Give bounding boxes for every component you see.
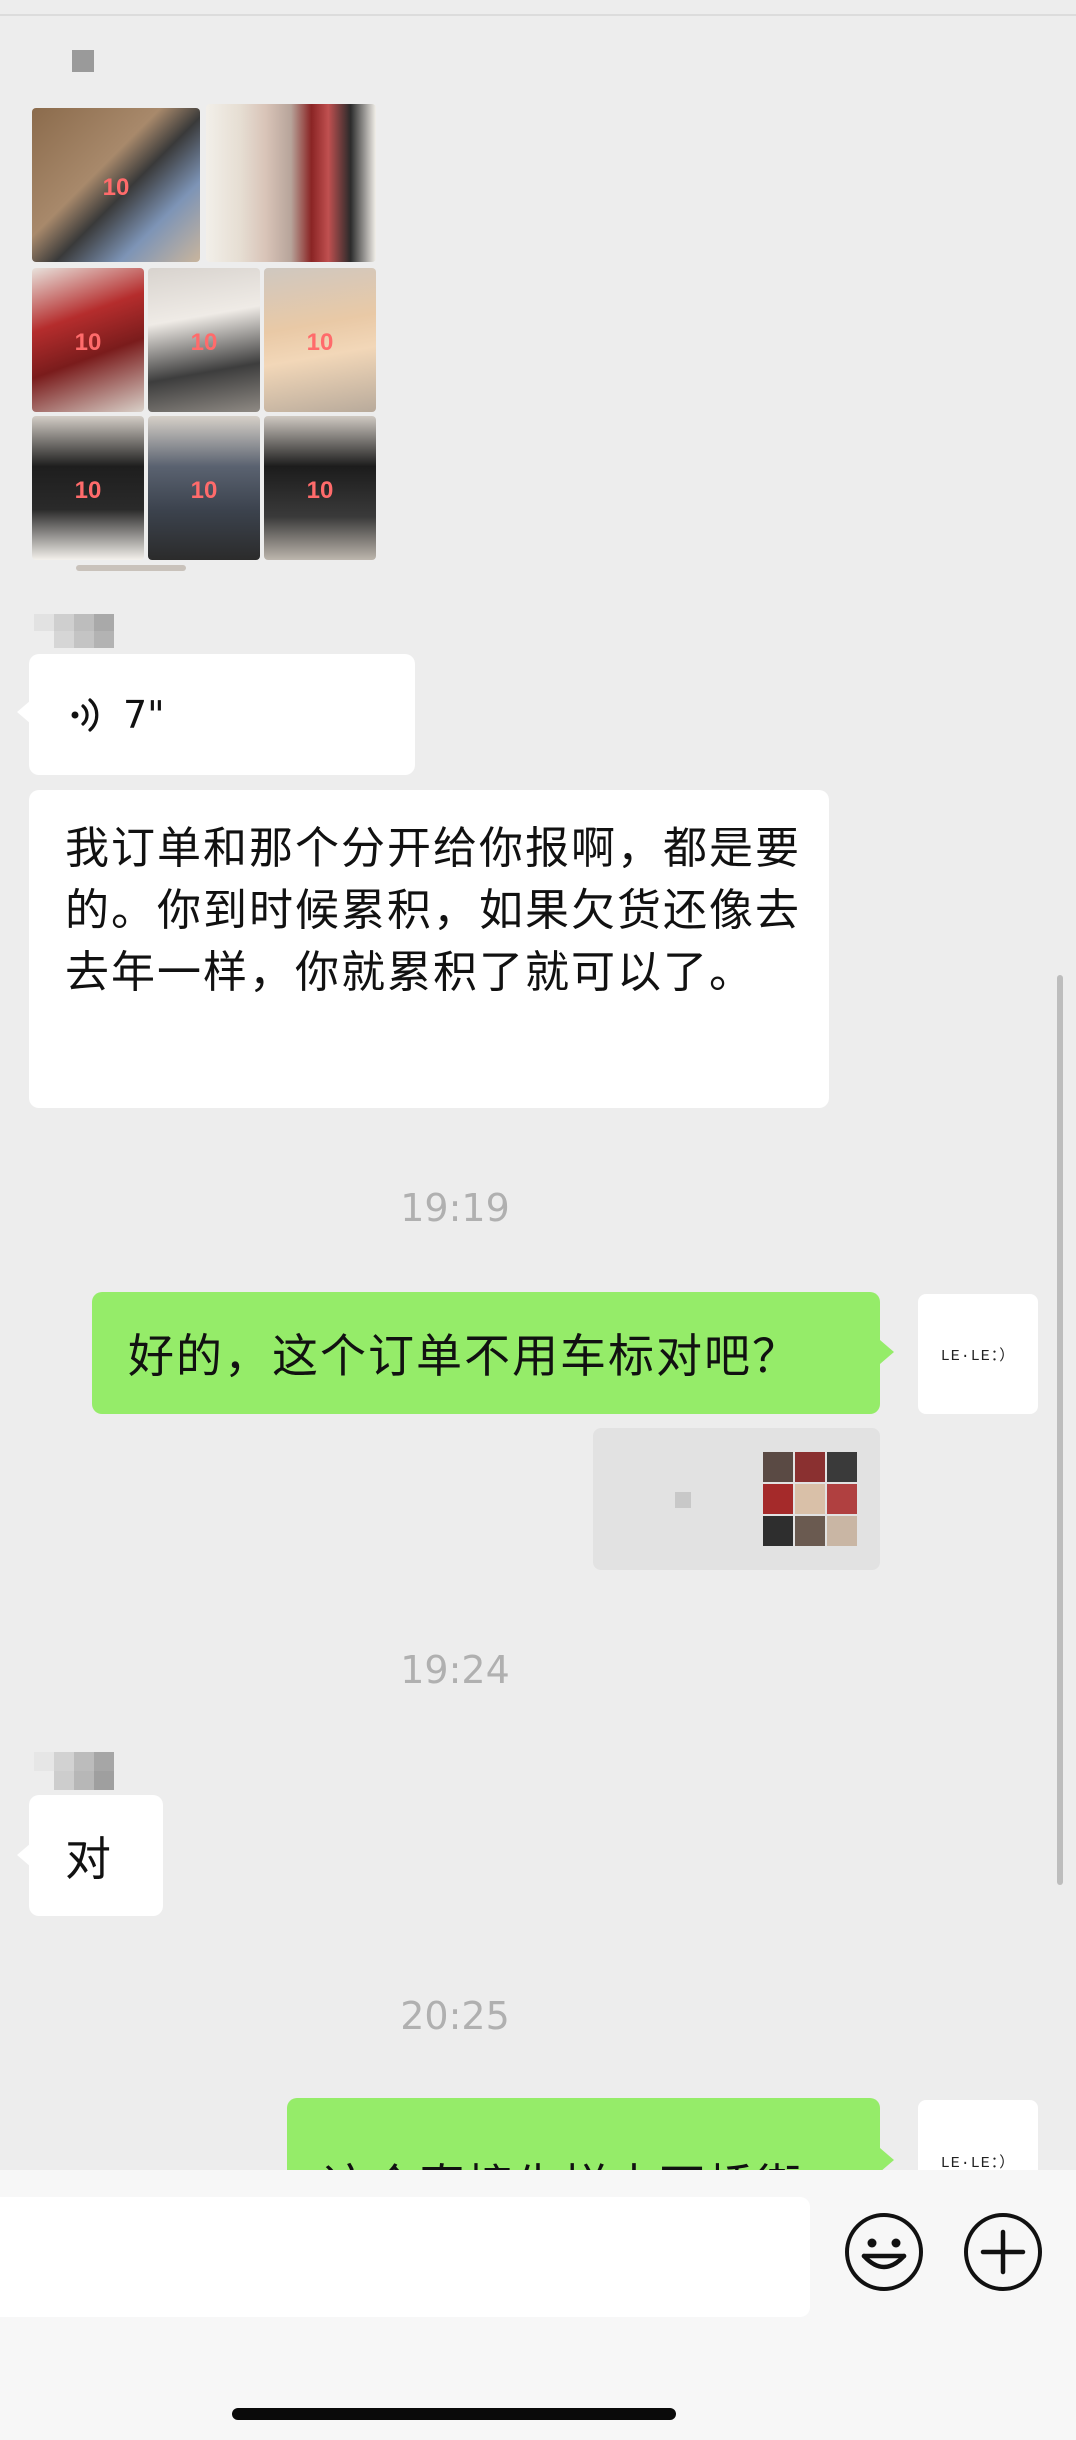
timestamp: 19:24 <box>400 1648 510 1692</box>
top-divider <box>0 14 1076 16</box>
plus-circle-icon[interactable] <box>963 2212 1043 2292</box>
photo-badge: 10 <box>190 328 218 356</box>
photo-tile[interactable]: 10 <box>148 416 260 560</box>
photo-badge: 10 <box>190 476 218 504</box>
received-message-bubble[interactable]: 我订单和那个分开给你报啊，都是要的。你到时候累积，如果欠货还像去去年一样，你就累… <box>29 790 829 1108</box>
photo-badge: 10 <box>306 328 334 356</box>
card-thumbnail <box>763 1452 857 1546</box>
sender-name-mosaic <box>34 614 114 648</box>
photo-tile[interactable] <box>206 104 376 262</box>
photo-tile[interactable]: 10 <box>32 416 144 560</box>
message-text: 对 <box>65 1831 111 1886</box>
photo-badge: 10 <box>74 476 102 504</box>
message-input[interactable] <box>0 2197 810 2317</box>
photo-collage-message[interactable]: 10 10 10 10 10 10 10 <box>32 104 376 560</box>
photo-tile[interactable]: 10 <box>264 268 376 412</box>
home-indicator[interactable] <box>232 2408 676 2420</box>
photo-badge: 10 <box>306 476 334 504</box>
received-message-bubble[interactable]: 对 <box>17 1795 163 1916</box>
voice-wave-icon <box>71 697 99 732</box>
scrollbar[interactable] <box>1057 975 1063 1885</box>
photo-tile[interactable]: 10 <box>148 268 260 412</box>
message-text: 我订单和那个分开给你报啊，都是要的。你到时候累积，如果欠货还像去去年一样，你就累… <box>65 823 801 998</box>
photo-collage-shadow <box>76 565 186 571</box>
message-text: 好的，这个订单不用车标对吧？ <box>128 1329 800 1383</box>
voice-message-bubble[interactable]: 7" <box>17 654 415 775</box>
photo-badge: 10 <box>74 328 102 356</box>
smiley-face-icon[interactable] <box>844 2212 924 2292</box>
sender-name-mosaic <box>34 1752 114 1790</box>
photo-badge: 10 <box>102 174 130 202</box>
bubble-tail <box>17 700 31 724</box>
self-avatar[interactable]: LE·LE：） <box>918 2100 1038 2172</box>
card-title-mosaic <box>675 1492 691 1508</box>
bubble-tail <box>880 1340 894 1364</box>
bubble-tail <box>17 1843 31 1867</box>
photo-tile[interactable]: 10 <box>32 108 200 262</box>
input-bar <box>0 2170 1076 2440</box>
sent-message-bubble[interactable]: 好的，这个订单不用车标对吧？ <box>92 1292 894 1414</box>
timestamp: 19:19 <box>400 1186 510 1230</box>
forwarded-chat-card[interactable] <box>593 1428 880 1570</box>
sender-name-mosaic <box>72 50 94 72</box>
timestamp: 20:25 <box>400 1994 510 2038</box>
photo-tile[interactable]: 10 <box>32 268 144 412</box>
bubble-tail <box>880 2148 894 2172</box>
self-avatar[interactable]: LE·LE：） <box>918 1294 1038 1414</box>
photo-tile[interactable]: 10 <box>264 416 376 560</box>
voice-duration: 7" <box>123 692 165 737</box>
